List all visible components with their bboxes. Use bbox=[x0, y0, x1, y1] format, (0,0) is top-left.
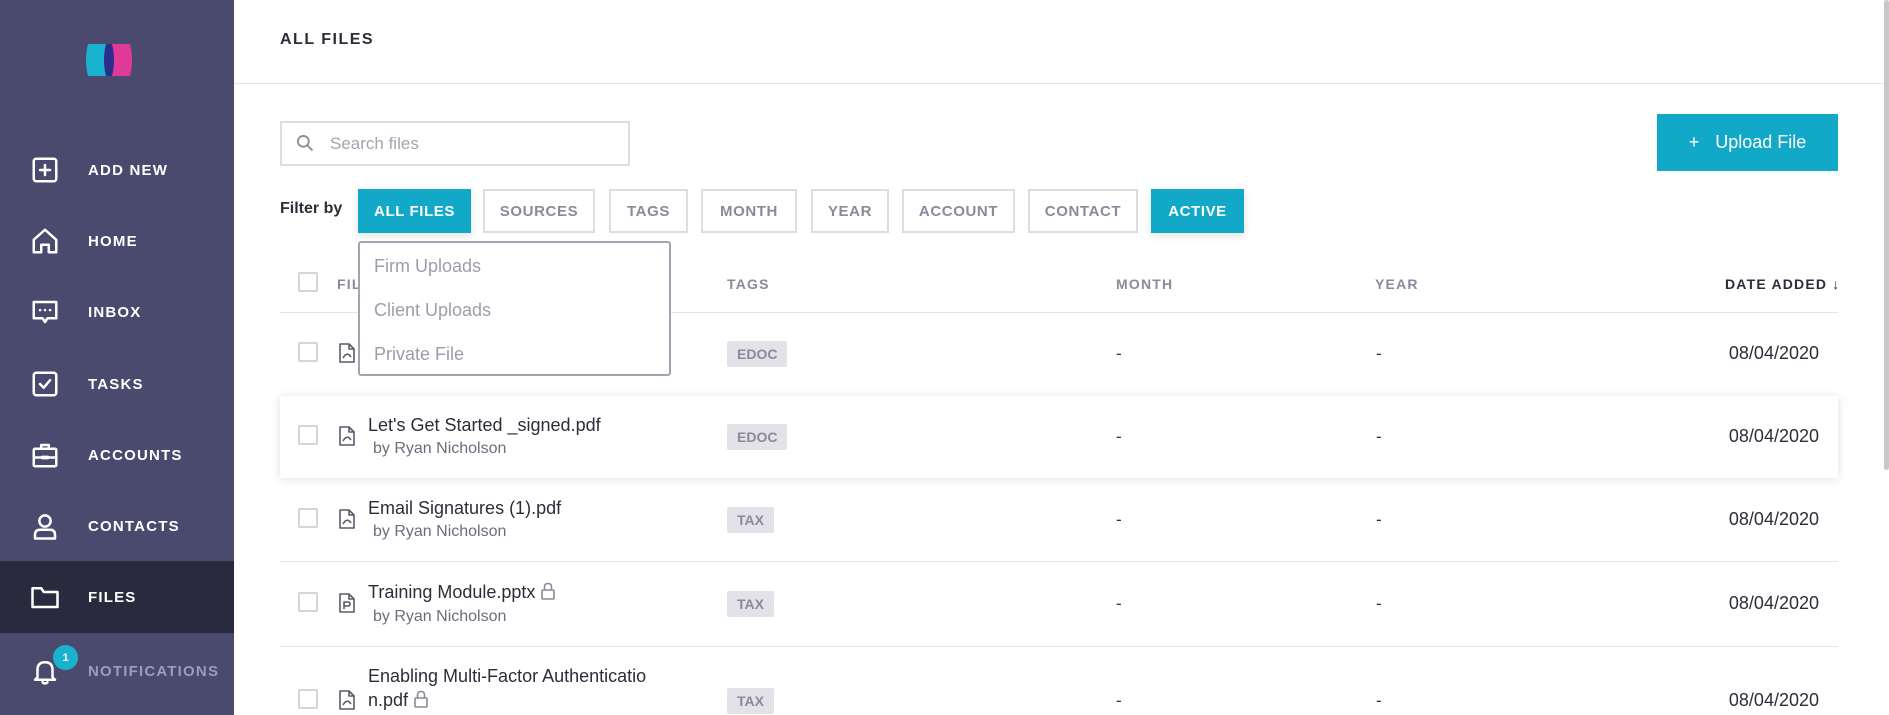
briefcase-icon bbox=[29, 439, 61, 471]
nav-notifications[interactable]: 1 NOTIFICATIONS bbox=[0, 635, 234, 707]
row-checkbox[interactable] bbox=[298, 592, 318, 612]
row-checkbox[interactable] bbox=[298, 508, 318, 528]
file-name-text: n.pdf bbox=[368, 690, 409, 710]
nav-label: ADD NEW bbox=[88, 161, 169, 179]
lock-icon bbox=[414, 690, 428, 708]
nav-tasks[interactable]: TASKS bbox=[0, 348, 234, 420]
upload-file-button[interactable]: + Upload File bbox=[1657, 114, 1838, 171]
filter-contact[interactable]: CONTACT bbox=[1028, 189, 1138, 233]
search-input[interactable] bbox=[330, 131, 620, 157]
page-title: ALL FILES bbox=[280, 31, 375, 48]
pdf-file-icon bbox=[339, 426, 355, 446]
plus-square-icon bbox=[29, 154, 61, 186]
date-cell: 08/04/2020 bbox=[1728, 690, 1819, 710]
dropdown-item-private-file[interactable]: Private File bbox=[374, 344, 464, 365]
file-name-link[interactable]: Let's Get Started _signed.pdf bbox=[368, 415, 601, 436]
month-cell: - bbox=[1116, 510, 1122, 529]
row-checkbox[interactable] bbox=[298, 425, 318, 445]
pdf-file-icon bbox=[339, 509, 355, 529]
file-name-link-continued[interactable]: n.pdf bbox=[368, 690, 428, 711]
pdf-file-icon bbox=[339, 690, 355, 710]
dropdown-item-firm-uploads[interactable]: Firm Uploads bbox=[374, 256, 481, 277]
page-scrollbar[interactable] bbox=[1884, 0, 1889, 470]
filter-tags[interactable]: TAGS bbox=[609, 189, 688, 233]
filter-account[interactable]: ACCOUNT bbox=[902, 189, 1015, 233]
date-cell: 08/04/2020 bbox=[1728, 343, 1819, 363]
nav-inbox[interactable]: INBOX bbox=[0, 276, 234, 348]
nav-label: CONTACTS bbox=[88, 517, 180, 535]
search-icon bbox=[295, 133, 315, 153]
sidebar: ADD NEW HOME INBOX TASKS ACCOUNTS CONTAC… bbox=[0, 0, 234, 715]
column-header-date-added[interactable]: DATE ADDED ↓ bbox=[1725, 276, 1841, 292]
lock-icon bbox=[541, 582, 556, 600]
dropdown-item-client-uploads[interactable]: Client Uploads bbox=[374, 300, 491, 321]
date-cell: 08/04/2020 bbox=[1728, 426, 1819, 446]
file-name-link[interactable]: Email Signatures (1).pdf bbox=[368, 498, 561, 519]
nav-label: NOTIFICATIONS bbox=[88, 662, 220, 680]
sources-dropdown: Firm Uploads Client Uploads Private File bbox=[358, 241, 671, 376]
filter-year[interactable]: YEAR bbox=[811, 189, 889, 233]
select-all-checkbox[interactable] bbox=[298, 272, 318, 292]
home-icon bbox=[29, 225, 61, 257]
file-owner: by Ryan Nicholson bbox=[373, 523, 507, 540]
divider bbox=[280, 646, 1838, 647]
month-cell: - bbox=[1116, 344, 1122, 363]
tag-badge: TAX bbox=[727, 507, 774, 533]
page-header: ALL FILES bbox=[234, 0, 1889, 84]
notification-badge: 1 bbox=[53, 645, 78, 670]
message-icon bbox=[29, 296, 61, 328]
app-logo[interactable] bbox=[82, 40, 136, 80]
year-cell: - bbox=[1376, 594, 1382, 613]
month-cell: - bbox=[1116, 691, 1122, 710]
upload-button-label: Upload File bbox=[1715, 132, 1807, 152]
file-owner: by Ryan Nicholson bbox=[373, 608, 507, 625]
user-icon bbox=[29, 510, 61, 542]
year-cell: - bbox=[1376, 691, 1382, 710]
tag-badge: TAX bbox=[727, 688, 774, 714]
nav-label: TASKS bbox=[88, 375, 144, 393]
table-row-highlighted[interactable] bbox=[280, 396, 1838, 478]
year-cell: - bbox=[1376, 344, 1382, 363]
column-header-month[interactable]: MONTH bbox=[1116, 276, 1173, 292]
tag-badge: EDOC bbox=[727, 341, 788, 367]
file-name-text: Training Module.pptx bbox=[368, 582, 536, 602]
column-header-tags[interactable]: TAGS bbox=[727, 276, 770, 292]
filter-sources[interactable]: SOURCES bbox=[483, 189, 595, 233]
file-name-link[interactable]: Training Module.pptx bbox=[368, 582, 556, 603]
nav-home[interactable]: HOME bbox=[0, 205, 234, 277]
nav-label: HOME bbox=[88, 232, 138, 250]
column-header-year[interactable]: YEAR bbox=[1375, 276, 1419, 292]
nav-label: ACCOUNTS bbox=[88, 446, 183, 464]
date-cell: 08/04/2020 bbox=[1728, 509, 1819, 529]
nav-accounts[interactable]: ACCOUNTS bbox=[0, 419, 234, 491]
nav-label: INBOX bbox=[88, 303, 142, 321]
divider bbox=[280, 561, 1838, 562]
file-name-link[interactable]: Enabling Multi-Factor Authenticatio bbox=[368, 666, 646, 687]
month-cell: - bbox=[1116, 594, 1122, 613]
filter-label: Filter by bbox=[280, 200, 343, 217]
pdf-file-icon bbox=[339, 343, 355, 363]
tag-badge: TAX bbox=[727, 591, 774, 617]
plus-icon: + bbox=[1688, 132, 1700, 152]
nav-files[interactable]: FILES bbox=[0, 561, 234, 633]
nav-label: FILES bbox=[88, 588, 137, 606]
file-owner: by Ryan Nicholson bbox=[373, 440, 507, 457]
year-cell: - bbox=[1376, 427, 1382, 446]
check-square-icon bbox=[29, 368, 61, 400]
filter-month[interactable]: MONTH bbox=[701, 189, 797, 233]
row-checkbox[interactable] bbox=[298, 689, 318, 709]
month-cell: - bbox=[1116, 427, 1122, 446]
row-checkbox[interactable] bbox=[298, 342, 318, 362]
tag-badge: EDOC bbox=[727, 424, 788, 450]
nav-add-new[interactable]: ADD NEW bbox=[0, 134, 234, 206]
year-cell: - bbox=[1376, 510, 1382, 529]
filter-active[interactable]: ACTIVE bbox=[1151, 189, 1244, 233]
nav-contacts[interactable]: CONTACTS bbox=[0, 490, 234, 562]
date-cell: 08/04/2020 bbox=[1728, 593, 1819, 613]
filter-all-files[interactable]: ALL FILES bbox=[358, 189, 471, 233]
folder-icon bbox=[29, 581, 61, 613]
search-box bbox=[280, 121, 630, 166]
pptx-file-icon bbox=[339, 593, 355, 613]
